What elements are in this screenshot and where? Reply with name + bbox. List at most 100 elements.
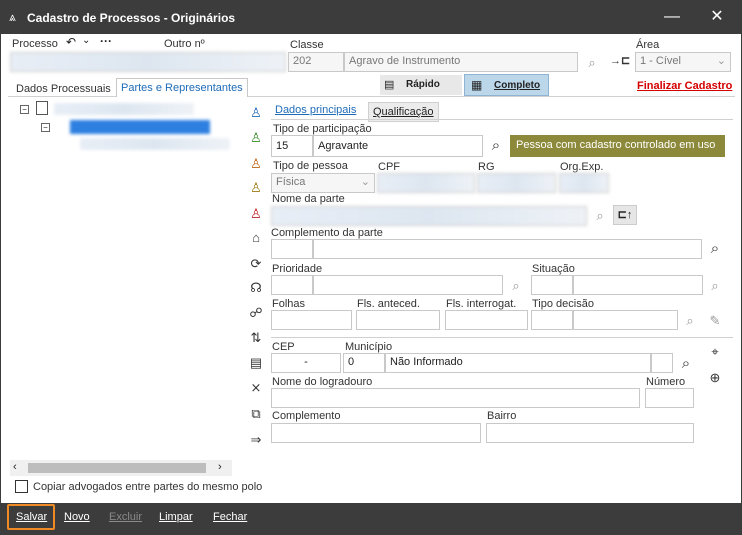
person-plaintiff-icon[interactable]: ♙ <box>246 128 266 148</box>
person-remove-icon[interactable]: ⌂ <box>246 228 266 248</box>
people-icon[interactable]: ☍ <box>246 303 266 323</box>
cpf-field[interactable] <box>377 173 475 193</box>
minimize-button[interactable]: — <box>657 6 687 28</box>
tipo-participacao-code[interactable]: 15 <box>271 135 313 157</box>
arrow-into-icon[interactable]: →⊏ <box>610 53 630 69</box>
prioridade-code[interactable] <box>271 275 313 295</box>
person-move-icon[interactable]: ☊ <box>246 278 266 298</box>
scroll-thumb[interactable] <box>28 463 206 473</box>
tab-dados-processuais[interactable]: Dados Processuais <box>12 80 115 98</box>
search-icon[interactable]: ⌕ <box>682 313 698 329</box>
situacao-code[interactable] <box>531 275 573 295</box>
search-icon[interactable]: ⌕ <box>584 55 600 71</box>
scroll-right-icon[interactable]: › <box>218 461 222 473</box>
salvar-button[interactable]: Salvar <box>7 504 55 530</box>
search-icon[interactable]: ⌕ <box>592 208 608 224</box>
area-label: Área <box>636 39 660 51</box>
folhas-field[interactable] <box>271 310 352 330</box>
close-button[interactable]: ✕ <box>702 6 732 28</box>
person-icon[interactable]: ♙ <box>246 103 266 123</box>
novo-button[interactable]: Novo <box>64 511 90 523</box>
export-icon[interactable]: ⊏↑ <box>613 205 637 225</box>
search-icon[interactable]: ⌕ <box>488 138 504 154</box>
completo-label: Completo <box>494 80 541 91</box>
more-icon[interactable]: ··· <box>100 34 112 48</box>
collapse-icon[interactable]: − <box>20 105 29 114</box>
prioridade-label: Prioridade <box>272 263 323 275</box>
municipio-uf[interactable] <box>651 353 673 373</box>
complemento-parte-code[interactable] <box>271 239 313 259</box>
pin-icon[interactable]: ✎ <box>707 313 723 329</box>
subtabs-underline <box>271 119 733 120</box>
area-select[interactable]: 1 - Cível ⌄ <box>635 52 731 72</box>
org-exp-field[interactable] <box>559 173 609 193</box>
municipio-field[interactable]: Não Informado <box>385 353 651 373</box>
limpar-button[interactable]: Limpar <box>159 511 193 523</box>
complemento-parte-field[interactable] <box>313 239 702 259</box>
fechar-button[interactable]: Fechar <box>213 511 247 523</box>
tree-node-child[interactable] <box>80 138 230 150</box>
cep-field[interactable]: - <box>271 353 341 373</box>
tipo-participacao-label: Tipo de participação <box>273 123 372 135</box>
cadastro-controlado-badge: Pessoa com cadastro controlado em uso <box>510 135 725 157</box>
chevron-down-icon: ⌄ <box>360 176 370 188</box>
sort-icon[interactable]: ⇅ <box>246 328 266 348</box>
situacao-field[interactable] <box>573 275 703 295</box>
person-lawyer-icon[interactable]: ♙ <box>246 154 266 174</box>
fls-anteced-field[interactable] <box>356 310 440 330</box>
map-add-icon[interactable]: ⊕ <box>707 370 723 386</box>
completo-button[interactable]: ▦ Completo <box>464 74 549 96</box>
horizontal-scrollbar[interactable]: ‹ › <box>10 460 232 476</box>
document-search-icon[interactable]: ▤ <box>246 353 266 373</box>
tipo-decisao-field[interactable] <box>573 310 678 330</box>
person-copy-icon[interactable]: ⧉ <box>246 404 266 424</box>
logradouro-field[interactable] <box>271 388 640 408</box>
fls-interrogat-field[interactable] <box>445 310 528 330</box>
excluir-button[interactable]: Excluir <box>109 511 142 523</box>
tree-node-selected[interactable] <box>70 120 210 134</box>
rg-field[interactable] <box>477 173 556 193</box>
person-arrow-icon[interactable]: ⇒ <box>246 430 266 450</box>
folhas-label: Folhas <box>272 298 306 310</box>
fls-interrogat-label: Fls. interrogat. <box>446 298 517 310</box>
processo-field[interactable] <box>10 52 286 72</box>
person-x-icon[interactable]: ⨯ <box>246 378 266 398</box>
tipo-pessoa-select[interactable]: Física ⌄ <box>271 173 375 193</box>
situacao-label: Situação <box>532 263 575 275</box>
tipo-participacao-value[interactable]: Agravante <box>313 135 483 157</box>
map-search-icon[interactable]: ⌖ <box>707 344 723 360</box>
copiar-checkbox[interactable] <box>15 480 28 493</box>
numero-label: Número <box>646 376 686 388</box>
collapse-icon[interactable]: − <box>41 123 50 132</box>
scroll-left-icon[interactable]: ‹ <box>13 461 17 473</box>
rapido-button[interactable]: ▤ Rápido <box>380 75 462 95</box>
person-third-icon[interactable]: ♙ <box>246 204 266 224</box>
classe-name-field[interactable]: Agravo de Instrumento <box>344 52 578 72</box>
copiar-label: Copiar advogados entre partes do mesmo p… <box>33 481 263 493</box>
search-icon[interactable]: ⌕ <box>678 356 694 372</box>
chevron-down-icon: ⌄ <box>716 55 726 67</box>
table-icon: ▤ <box>384 79 395 91</box>
tab-dados-principais[interactable]: Dados principais <box>271 101 360 119</box>
nome-parte-field[interactable] <box>271 206 587 226</box>
chevron-down-icon[interactable]: ⌄ <box>82 35 90 46</box>
search-icon[interactable]: ⌕ <box>707 241 723 257</box>
cep-label: CEP <box>272 341 295 353</box>
undo-icon[interactable]: ↶ <box>66 35 76 49</box>
person-representative-icon[interactable]: ♙ <box>246 178 266 198</box>
tipo-decisao-code[interactable] <box>531 310 573 330</box>
tab-partes[interactable]: Partes e Representantes <box>116 78 248 97</box>
search-icon[interactable]: ⌕ <box>707 278 723 294</box>
finalizar-link[interactable]: Finalizar Cadastro <box>637 80 732 92</box>
classe-code-field[interactable]: 202 <box>288 52 344 72</box>
cpf-label: CPF <box>378 161 400 173</box>
bairro-field[interactable] <box>486 423 694 443</box>
search-icon[interactable]: ⌕ <box>508 278 524 294</box>
prioridade-field[interactable] <box>313 275 503 295</box>
complemento-field[interactable] <box>271 423 481 443</box>
cep-value: - <box>304 356 308 368</box>
tree-node-root[interactable] <box>54 103 194 115</box>
swap-person-icon[interactable]: ⟳ <box>246 254 266 274</box>
municipio-code[interactable]: 0 <box>343 353 385 373</box>
numero-field[interactable] <box>645 388 694 408</box>
